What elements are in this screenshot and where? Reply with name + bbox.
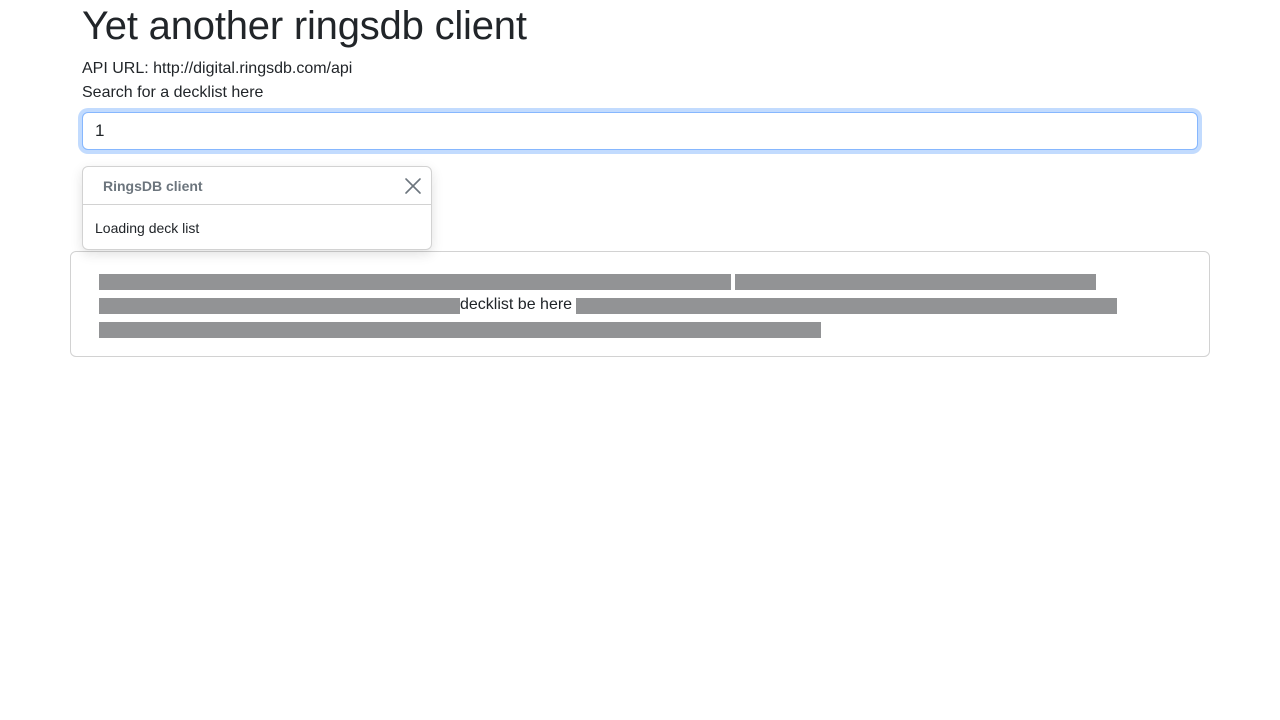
decklist-card: decklist be here (70, 251, 1210, 357)
loading-toast: RingsDB client Loading deck list (82, 166, 432, 250)
placeholder-line (99, 322, 821, 338)
toast-header: RingsDB client (83, 167, 431, 205)
page: Yet another ringsdb client API URL: http… (0, 0, 1280, 720)
api-url-text: API URL: http://digital.ringsdb.com/api (82, 60, 353, 77)
placeholder-line (576, 298, 1117, 314)
page-title: Yet another ringsdb client (82, 4, 527, 48)
decklist-search-input[interactable] (82, 112, 1198, 150)
placeholder-line (99, 274, 731, 290)
toast-close-button[interactable] (401, 174, 425, 198)
placeholder-line (99, 298, 460, 314)
placeholder-line (735, 274, 1096, 290)
decklist-text: decklist be here (460, 296, 573, 313)
toast-message: Loading deck list (95, 220, 200, 236)
close-icon (405, 178, 421, 194)
toast-title: RingsDB client (103, 177, 203, 194)
search-label: Search for a decklist here (82, 84, 264, 101)
